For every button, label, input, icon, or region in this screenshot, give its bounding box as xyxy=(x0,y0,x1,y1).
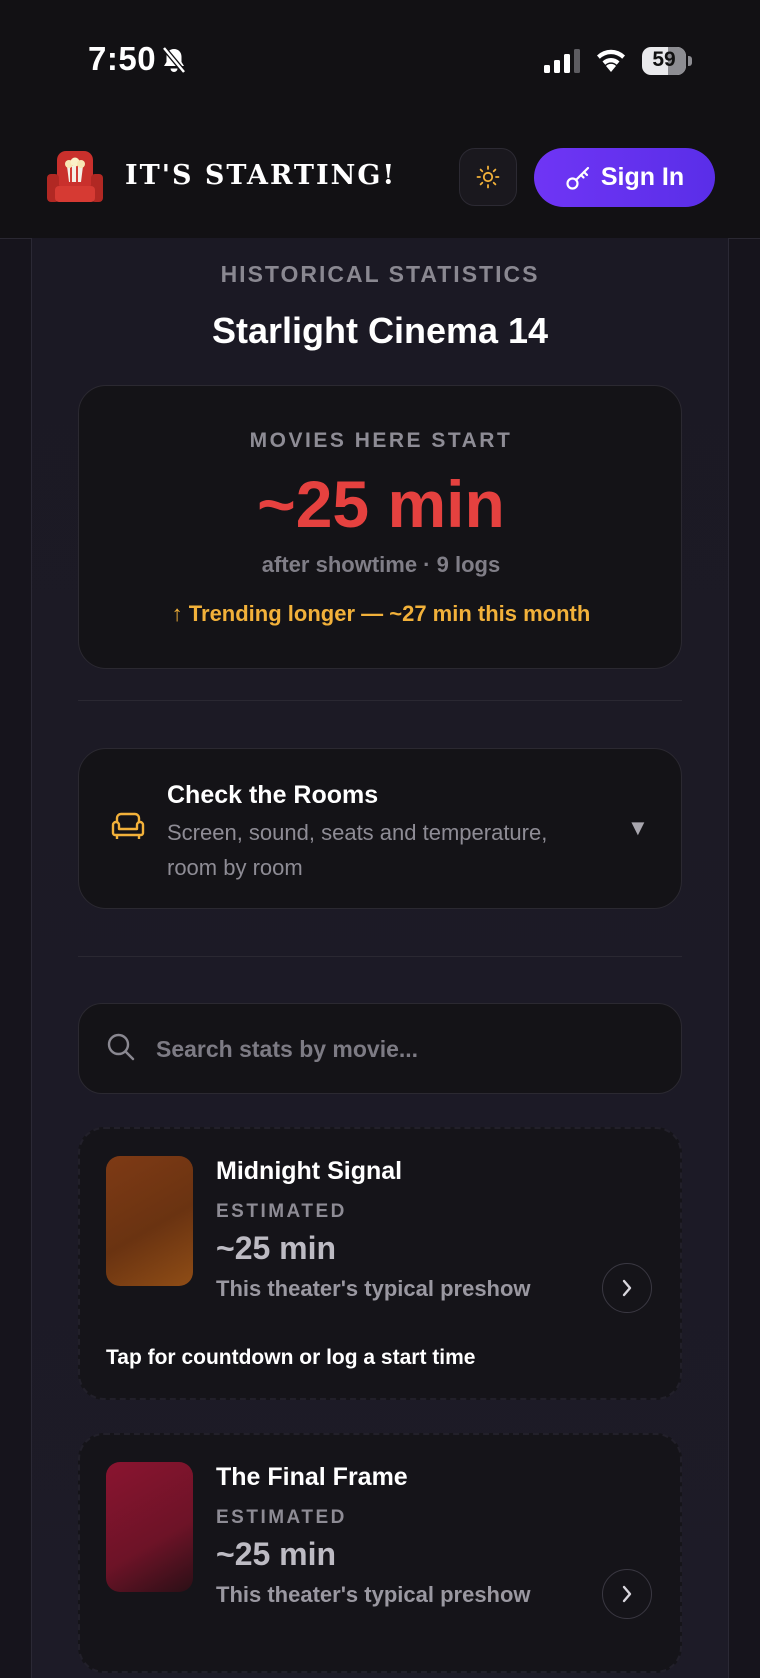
bell-slash-icon xyxy=(162,46,186,74)
start-time-card: MOVIES HERE START ~25 min after showtime… xyxy=(78,385,682,669)
rooms-title: Check the Rooms xyxy=(167,781,379,809)
movie-estimate-label: ESTIMATED xyxy=(216,1507,347,1528)
stat-label: MOVIES HERE START xyxy=(249,429,513,452)
movie-title: Midnight Signal xyxy=(216,1157,403,1185)
theme-toggle-button[interactable] xyxy=(459,148,517,206)
check-rooms-card[interactable]: Check the Rooms Screen, sound, seats and… xyxy=(78,748,682,909)
section-label: HISTORICAL STATISTICS xyxy=(220,261,540,287)
app-title: IT'S STARTING! xyxy=(125,160,397,191)
search-input[interactable] xyxy=(154,1004,658,1095)
search-box xyxy=(78,1003,682,1095)
rooms-description: Screen, sound, seats and temperature, ro… xyxy=(167,820,548,880)
status-time: 7:50 xyxy=(88,40,157,77)
movie-cta: Tap for countdown or log a start time xyxy=(106,1346,476,1369)
theater-name: Starlight Cinema 14 xyxy=(211,310,549,351)
movie-estimate-time: ~25 min xyxy=(216,1230,337,1266)
divider xyxy=(78,700,682,701)
chevron-right-icon xyxy=(622,1585,632,1603)
sign-in-label: Sign In xyxy=(600,163,685,191)
movie-estimate-time: ~25 min xyxy=(216,1536,337,1572)
stat-subtitle: after showtime · 9 logs xyxy=(261,552,501,577)
sofa-icon xyxy=(111,812,145,839)
sun-icon xyxy=(476,165,500,189)
movie-open-button[interactable] xyxy=(602,1569,652,1619)
divider xyxy=(78,956,682,957)
status-bar: 7:50 59 xyxy=(0,0,760,120)
movie-card[interactable]: The Final Frame ESTIMATED ~25 min This t… xyxy=(78,1433,682,1673)
theater-seat-logo xyxy=(47,151,103,202)
battery-level: 59 xyxy=(652,48,676,71)
movie-note: This theater's typical preshow xyxy=(216,1582,531,1607)
search-icon xyxy=(107,1033,135,1061)
cellular-signal-icon xyxy=(544,49,580,73)
sign-in-button[interactable]: Sign In xyxy=(534,148,715,207)
key-icon xyxy=(566,166,589,190)
movie-estimate-label: ESTIMATED xyxy=(216,1201,347,1222)
movie-note: This theater's typical preshow xyxy=(216,1276,531,1301)
movie-open-button[interactable] xyxy=(602,1263,652,1313)
movie-poster xyxy=(106,1156,193,1286)
stat-value: ~25 min xyxy=(257,467,505,541)
movie-title: The Final Frame xyxy=(216,1463,408,1491)
chevron-down-icon: ▼ xyxy=(627,815,649,840)
movie-poster xyxy=(106,1462,193,1592)
stat-trend: ↑ Trending longer — ~27 min this month xyxy=(171,601,591,626)
battery-icon: 59 xyxy=(642,47,692,75)
chevron-right-icon xyxy=(622,1279,632,1297)
movie-card[interactable]: Midnight Signal ESTIMATED ~25 min This t… xyxy=(78,1127,682,1400)
wifi-icon xyxy=(597,49,625,72)
